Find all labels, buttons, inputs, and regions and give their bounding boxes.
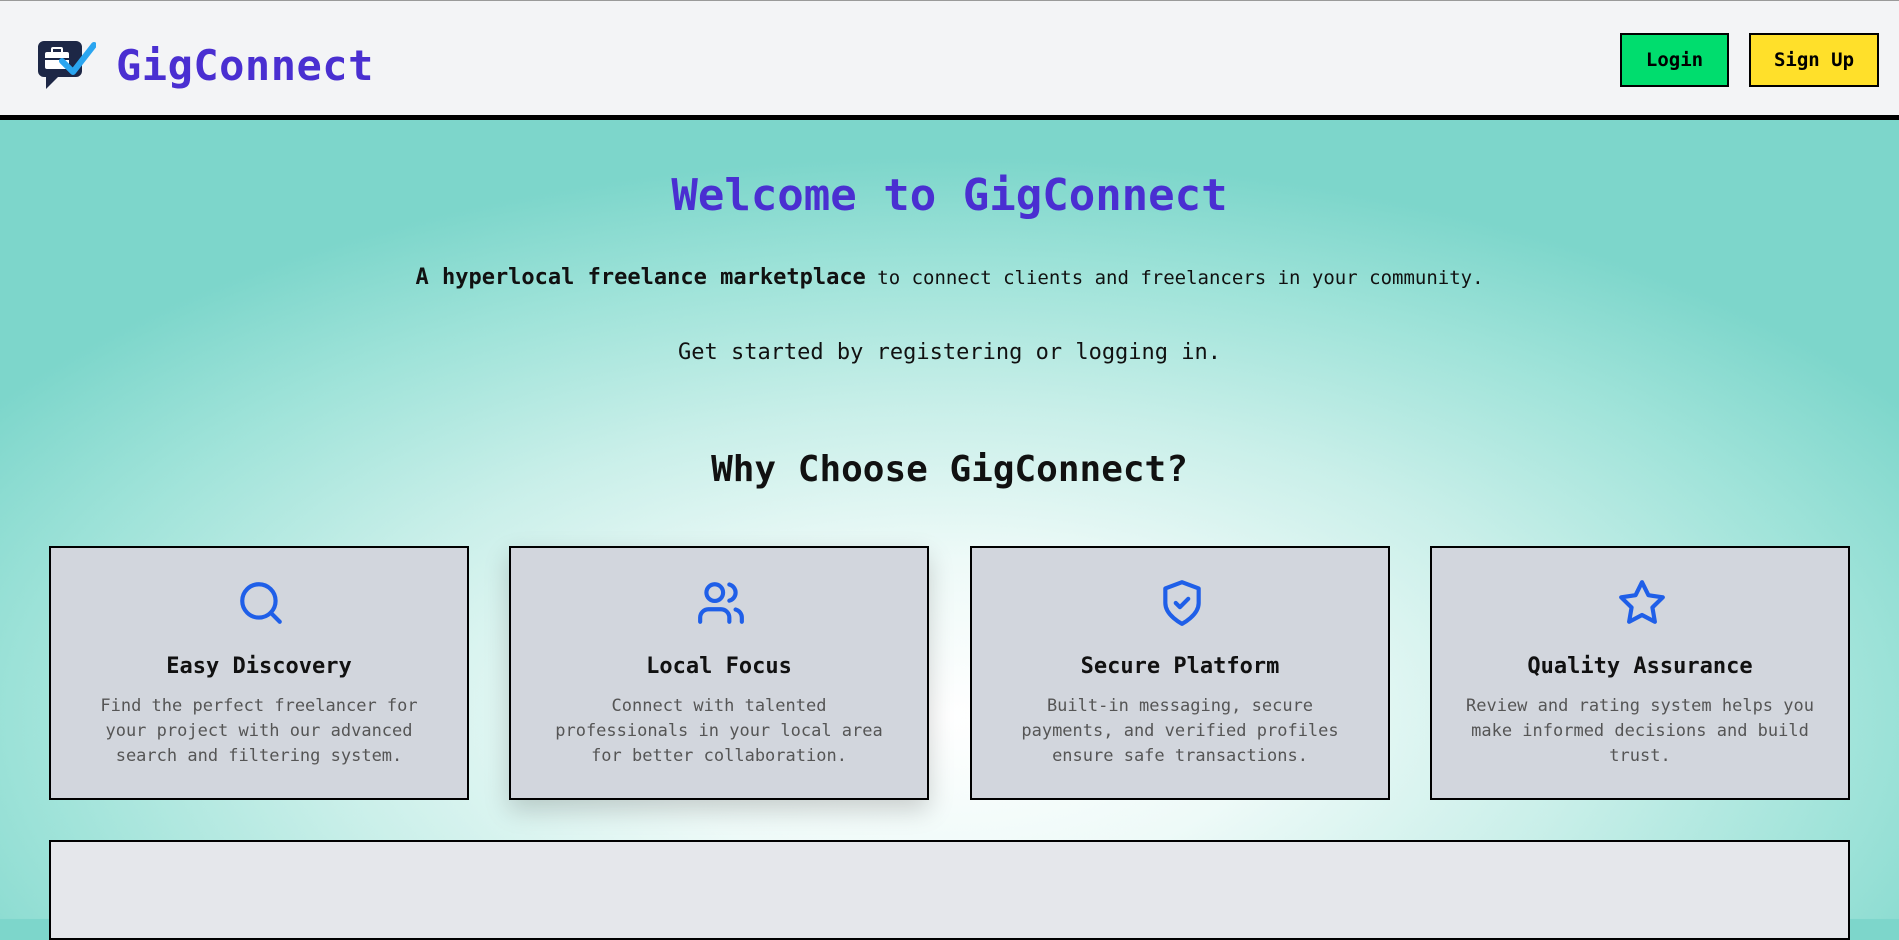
shield-check-icon (1157, 578, 1207, 628)
users-icon (696, 578, 746, 628)
hero-cta-text: Get started by registering or logging in… (677, 340, 1222, 365)
feature-card-title: Quality Assurance (1527, 654, 1753, 679)
feature-card-description: Review and rating system helps you make … (1466, 696, 1814, 766)
features-title: Why Choose GigConnect? (711, 449, 1188, 490)
tagline-text: to connect clients and freelancers in yo… (865, 267, 1484, 289)
hero-tagline: A hyperlocal freelance marketplace to co… (0, 265, 1899, 290)
tagline-highlight: A hyperlocal freelance marketplace (415, 265, 866, 290)
content-panel (49, 840, 1850, 940)
brand-name: GigConnect (116, 41, 374, 90)
feature-card-secure-platform: Secure Platform Built-in messaging, secu… (970, 546, 1390, 800)
feature-card-title: Easy Discovery (166, 654, 352, 679)
feature-card-description: Connect with talented professionals in y… (555, 696, 883, 766)
brand[interactable]: GigConnect (36, 37, 374, 95)
signup-button[interactable]: Sign Up (1749, 33, 1879, 87)
feature-card-quality-assurance: Quality Assurance Review and rating syst… (1430, 546, 1850, 800)
feature-card-title: Local Focus (646, 654, 792, 679)
feature-card-easy-discovery: Easy Discovery Find the perfect freelanc… (49, 546, 469, 800)
star-icon (1617, 578, 1667, 628)
top-navbar: GigConnect Login Sign Up (0, 0, 1899, 120)
feature-card-description: Find the perfect freelancer for your pro… (100, 696, 418, 766)
feature-card-description: Built-in messaging, secure payments, and… (1021, 696, 1339, 766)
briefcase-check-chat-icon (36, 37, 97, 95)
hero-title: Welcome to GigConnect (671, 170, 1228, 221)
login-button[interactable]: Login (1620, 33, 1729, 87)
feature-card-local-focus: Local Focus Connect with talented profes… (509, 546, 929, 800)
search-icon (236, 578, 286, 628)
feature-card-title: Secure Platform (1080, 654, 1280, 679)
